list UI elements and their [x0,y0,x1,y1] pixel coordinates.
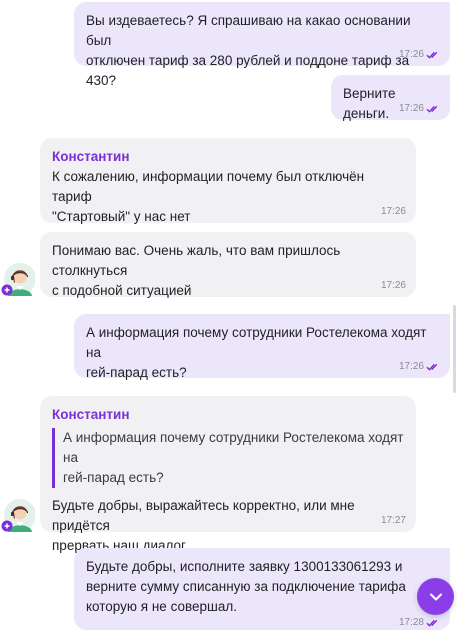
message-text: Будьте добры, выражайтесь корректно, или… [52,498,355,553]
message-text: Понимаю вас. Очень жаль, что вам пришлос… [52,243,341,298]
message-text: К сожалению, информации почему был отклю… [52,169,365,224]
scroll-to-bottom-button[interactable] [417,578,454,615]
incoming-message: Константин К сожалению, информации почем… [40,138,416,224]
chevron-down-icon [429,593,442,600]
message-time: 17:27 [380,515,406,526]
message-time: 17:28 [398,617,424,628]
double-check-icon [426,51,438,59]
message-author: Константин [52,407,130,422]
chat-history[interactable]: Вы издеваетесь? Я спрашиваю на какао осн… [0,0,458,635]
outgoing-message: Верните деньги. 17:26 [331,75,450,121]
quoted-message[interactable]: А информация почему сотрудники Ростелеко… [52,428,404,488]
message-time: 17:26 [398,49,424,60]
double-check-icon [426,363,438,371]
message-time: 17:26 [398,361,424,372]
message-time: 17:26 [380,280,406,291]
message-author: Константин [52,149,130,164]
outgoing-message: А информация почему сотрудники Ростелеко… [74,314,450,380]
quoted-text: А информация почему сотрудники Ростелеко… [63,430,404,485]
outgoing-message: Вы издеваетесь? Я спрашиваю на какао осн… [74,2,450,88]
incoming-message: Константин А информация почему сотрудник… [40,396,416,553]
message-time: 17:26 [398,103,424,114]
double-check-icon [426,619,438,627]
double-check-icon [426,105,438,113]
operator-avatar-icon [1,499,35,532]
scrollbar-thumb[interactable] [453,305,456,393]
message-text: А информация почему сотрудники Ростелеко… [86,325,427,380]
message-time: 17:26 [380,206,406,217]
operator-avatar-icon [1,263,35,296]
message-text: Будьте добры, исполните заявку 130013306… [86,559,406,614]
incoming-message: Понимаю вас. Очень жаль, что вам пришлос… [40,232,416,298]
outgoing-message: Будьте добры, исполните заявку 130013306… [74,548,450,630]
